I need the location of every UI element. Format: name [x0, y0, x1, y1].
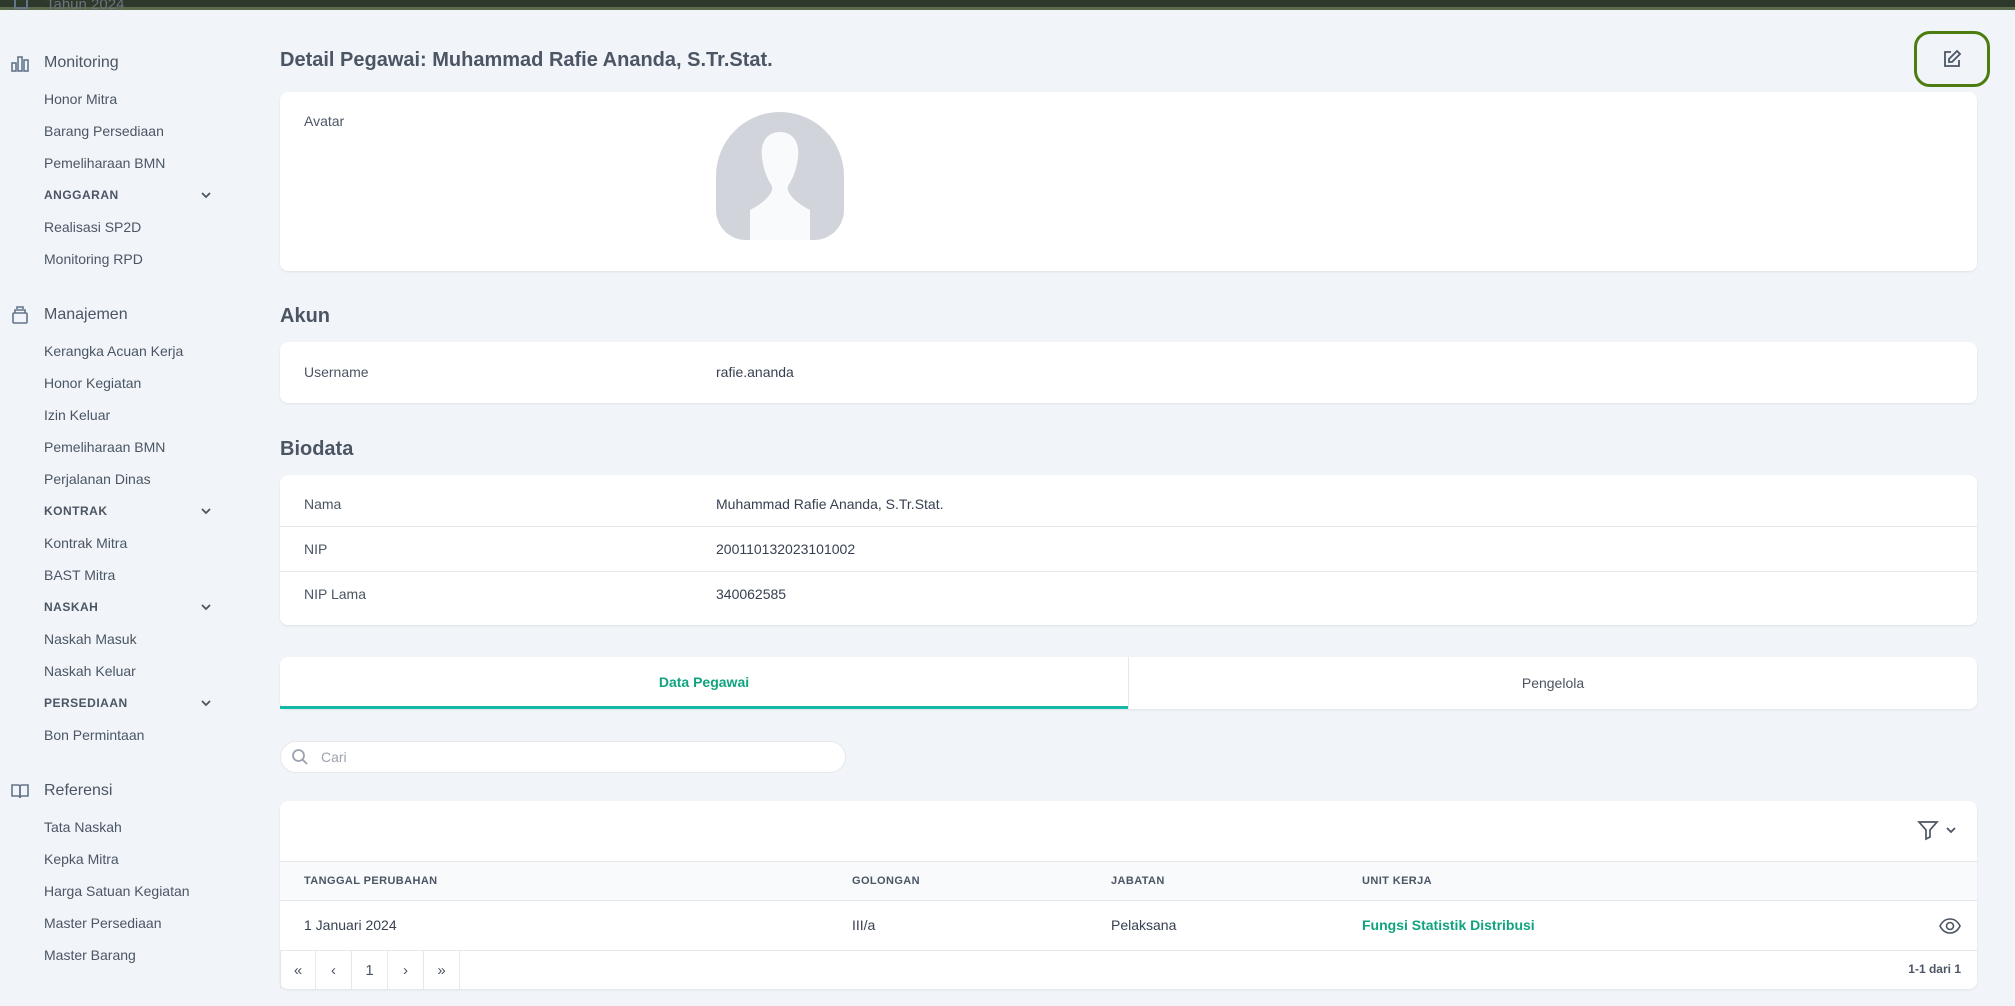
sidebar-item-master-barang[interactable]: Master Barang [44, 945, 136, 965]
filter-icon [1917, 821, 1939, 841]
cell-golongan: III/a [852, 917, 876, 933]
prev-page-button[interactable]: ‹ [316, 951, 352, 989]
chevron-down-icon [1946, 827, 1956, 834]
cell-tanggal: 1 Januari 2024 [304, 917, 397, 933]
sidebar-item-bon-permintaan[interactable]: Bon Permintaan [44, 725, 144, 745]
tab-data-pegawai[interactable]: Data Pegawai [280, 657, 1128, 709]
search-box [280, 741, 846, 773]
sidebar-group-label: Monitoring [44, 54, 119, 71]
chevron-down-icon [201, 192, 211, 199]
chevron-down-icon [201, 604, 211, 611]
table-row[interactable]: 1 Januari 2024 III/a Pelaksana Fungsi St… [280, 901, 1977, 951]
sidebar-item-honor-kegiatan[interactable]: Honor Kegiatan [44, 373, 141, 393]
page-title: Detail Pegawai: Muhammad Rafie Ananda, S… [280, 49, 773, 71]
sidebar-item-pemeliharaan-bmn-2[interactable]: Pemeliharaan BMN [44, 437, 165, 457]
archive-icon [10, 305, 30, 325]
sidebar-item-tahun[interactable]: Tahun 2024 [14, 0, 124, 13]
nip-lama-label: NIP Lama [304, 586, 366, 602]
avatar-card: Avatar [280, 92, 1977, 271]
search-input[interactable] [321, 749, 821, 765]
first-page-button[interactable]: « [280, 951, 316, 989]
sidebar-item-pemeliharaan-bmn[interactable]: Pemeliharaan BMN [44, 153, 165, 173]
nip-label: NIP [304, 541, 328, 557]
tab-bar: Data Pegawai Pengelola [280, 657, 1977, 709]
table-header: TANGGAL PERUBAHAN GOLONGAN JABATAN UNIT … [280, 861, 1977, 901]
sidebar-group-label: Referensi [44, 782, 113, 799]
sidebar-item-honor-mitra[interactable]: Honor Mitra [44, 89, 117, 109]
edit-icon [1944, 49, 1962, 67]
sidebar: Tahun 2024 Monitoring Honor Mitra Barang… [0, 0, 240, 1006]
column-header-unit-kerja[interactable]: UNIT KERJA [1362, 875, 1432, 887]
sidebar-item-izin-keluar[interactable]: Izin Keluar [44, 405, 110, 425]
chevron-down-icon [201, 508, 211, 515]
sidebar-item-monitoring-rpd[interactable]: Monitoring RPD [44, 249, 143, 269]
page-1-button[interactable]: 1 [352, 951, 388, 989]
sidebar-section-kontrak[interactable]: KONTRAK [44, 501, 212, 521]
column-header-tanggal[interactable]: TANGGAL PERUBAHAN [304, 875, 438, 887]
sidebar-item-perjalanan-dinas[interactable]: Perjalanan Dinas [44, 469, 151, 489]
sidebar-item-naskah-keluar[interactable]: Naskah Keluar [44, 661, 136, 681]
sidebar-group-monitoring[interactable]: Monitoring [0, 50, 119, 76]
nama-label: Nama [304, 496, 342, 512]
sidebar-item-harga-satuan-kegiatan[interactable]: Harga Satuan Kegiatan [44, 881, 190, 901]
tab-pengelola[interactable]: Pengelola [1128, 657, 1977, 709]
search-icon [292, 749, 308, 765]
sidebar-item-barang-persediaan[interactable]: Barang Persediaan [44, 121, 164, 141]
divider [280, 571, 1977, 572]
sidebar-section-persediaan[interactable]: PERSEDIAAN [44, 693, 212, 713]
sidebar-item-tata-naskah[interactable]: Tata Naskah [44, 817, 122, 837]
sidebar-item-naskah-masuk[interactable]: Naskah Masuk [44, 629, 137, 649]
sidebar-section-anggaran[interactable]: ANGGARAN [44, 185, 212, 205]
sidebar-group-label: Manajemen [44, 306, 128, 323]
akun-section-title: Akun [280, 305, 330, 327]
sidebar-item-bast-mitra[interactable]: BAST Mitra [44, 565, 115, 585]
sidebar-item-realisasi-sp2d[interactable]: Realisasi SP2D [44, 217, 141, 237]
nama-value: Muhammad Rafie Ananda, S.Tr.Stat. [716, 496, 944, 512]
avatar [716, 112, 844, 240]
history-table: TANGGAL PERUBAHAN GOLONGAN JABATAN UNIT … [280, 801, 1977, 989]
filter-button[interactable] [1917, 819, 1957, 841]
top-bar [0, 0, 2015, 10]
biodata-card: Nama Muhammad Rafie Ananda, S.Tr.Stat. N… [280, 475, 1977, 625]
last-page-button[interactable]: » [424, 951, 460, 989]
edit-button[interactable] [1914, 31, 1990, 87]
sidebar-item-kontrak-mitra[interactable]: Kontrak Mitra [44, 533, 127, 553]
sidebar-group-referensi[interactable]: Referensi [0, 778, 112, 804]
eye-icon[interactable] [1939, 915, 1961, 937]
column-header-golongan[interactable]: GOLONGAN [852, 875, 920, 887]
next-page-button[interactable]: › [388, 951, 424, 989]
column-header-jabatan[interactable]: JABATAN [1111, 875, 1165, 887]
username-label: Username [304, 364, 369, 380]
sidebar-item-master-persediaan[interactable]: Master Persediaan [44, 913, 162, 933]
cell-unit-kerja-link[interactable]: Fungsi Statistik Distribusi [1362, 917, 1535, 933]
akun-card: Username rafie.ananda [280, 342, 1977, 403]
username-value: rafie.ananda [716, 364, 794, 380]
sidebar-item-kepka-mitra[interactable]: Kepka Mitra [44, 849, 119, 869]
sidebar-item-kerangka-acuan-kerja[interactable]: Kerangka Acuan Kerja [44, 341, 183, 361]
calendar-icon [14, 0, 28, 9]
cell-jabatan: Pelaksana [1111, 917, 1177, 933]
pagination: « ‹ 1 › » [280, 951, 460, 989]
biodata-section-title: Biodata [280, 438, 354, 460]
sidebar-group-manajemen[interactable]: Manajemen [0, 302, 128, 328]
book-open-icon [10, 781, 30, 801]
pagination-info: 1-1 dari 1 [1908, 962, 1961, 976]
chevron-down-icon [201, 700, 211, 707]
bar-chart-icon [10, 53, 30, 73]
nip-lama-value: 340062585 [716, 586, 787, 602]
nip-value: 200110132023101002 [716, 541, 856, 557]
sidebar-section-naskah[interactable]: NASKAH [44, 597, 212, 617]
avatar-label: Avatar [304, 113, 345, 129]
divider [280, 526, 1977, 527]
